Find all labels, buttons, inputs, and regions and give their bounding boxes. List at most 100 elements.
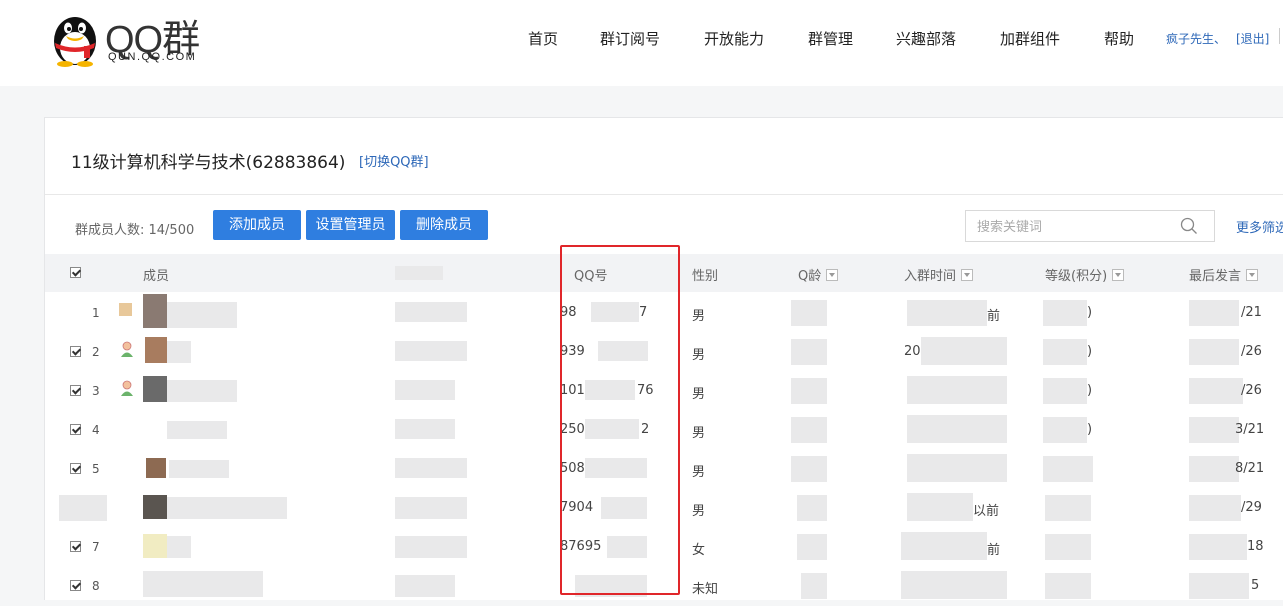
switch-group-link[interactable]: [切换QQ群] [359, 151, 429, 170]
redacted-card [395, 302, 467, 322]
sort-icon[interactable] [1112, 269, 1125, 281]
select-all-checkbox[interactable] [70, 267, 81, 278]
admin-person-icon [121, 380, 133, 396]
redacted-last-speak [1189, 456, 1239, 482]
avatar[interactable] [143, 534, 167, 558]
search-input[interactable] [975, 217, 1174, 237]
nav-open-platform[interactable]: 开放能力 [704, 28, 764, 49]
sort-icon[interactable] [961, 269, 974, 281]
redacted-name [167, 497, 287, 519]
col-last-speak-label: 最后发言 [1189, 269, 1242, 284]
redacted-name [167, 380, 237, 402]
level-suffix: ) [1087, 383, 1093, 398]
nav-group-manage[interactable]: 群管理 [808, 28, 853, 49]
avatar[interactable] [146, 458, 166, 478]
level-suffix: ) [1087, 344, 1093, 359]
redacted-level [1043, 300, 1087, 326]
redacted-last-speak [1189, 378, 1243, 404]
level-suffix: ) [1087, 422, 1093, 437]
redacted-q-age [791, 456, 827, 482]
sort-icon[interactable] [826, 269, 839, 281]
redacted-card [395, 575, 455, 597]
row-index: 5 [92, 462, 100, 476]
gender: 男 [692, 348, 706, 363]
row-index: 3 [92, 384, 100, 398]
row-checkbox[interactable] [70, 346, 81, 357]
last-speak-suffix: /29 [1241, 500, 1262, 515]
redacted-name [167, 341, 191, 363]
redacted-q-age [791, 417, 827, 443]
row-checkbox[interactable] [70, 580, 81, 591]
join-time-suffix: 前 [987, 543, 1001, 558]
top-bar: QQ群 QUN.QQ.COM 首页 群订阅号 开放能力 群管理 兴趣部落 加群组… [0, 0, 1283, 86]
nav-home[interactable]: 首页 [528, 28, 558, 49]
redacted-join-time [907, 415, 1007, 443]
redacted-card [395, 380, 455, 400]
redacted-q-age [797, 534, 827, 560]
member-role-icon [119, 303, 132, 316]
col-join-time-label: 入群时间 [904, 269, 957, 284]
last-speak-suffix: /21 [1241, 305, 1262, 320]
row-checkbox[interactable] [70, 463, 81, 474]
avatar[interactable] [145, 337, 167, 363]
add-member-button[interactable]: 添加成员 [213, 210, 301, 240]
col-q-age[interactable]: Q龄 [798, 265, 839, 284]
gender: 女 [692, 543, 706, 558]
redacted-name [167, 536, 191, 558]
join-time-suffix: 前 [987, 309, 1001, 324]
redacted-join-time [901, 571, 1007, 599]
avatar[interactable] [143, 294, 167, 328]
more-filter-link[interactable]: 更多筛选 [1236, 217, 1283, 236]
last-speak-suffix: /26 [1241, 344, 1262, 359]
nav-join-widget[interactable]: 加群组件 [1000, 28, 1060, 49]
row-checkbox[interactable] [70, 424, 81, 435]
redacted-q-age [801, 573, 827, 599]
delete-member-button[interactable]: 删除成员 [400, 210, 488, 240]
redacted-join-time [921, 337, 1007, 365]
row-index: 4 [92, 423, 100, 437]
user-name-link[interactable]: 疯子先生、 [1166, 30, 1226, 47]
redacted-join-time [907, 454, 1007, 482]
avatar[interactable] [143, 376, 167, 402]
row-checkbox[interactable] [70, 541, 81, 552]
redacted-q-age [791, 339, 827, 365]
nav-divider [1279, 28, 1280, 44]
nav-subscription[interactable]: 群订阅号 [600, 28, 660, 49]
redacted-last-speak [1189, 495, 1241, 521]
col-level[interactable]: 等级(积分) [1045, 265, 1125, 284]
member-count: 群成员人数: 14/500 [75, 223, 195, 238]
redacted-last-speak [1189, 300, 1239, 326]
avatar[interactable] [143, 495, 167, 519]
col-join-time[interactable]: 入群时间 [904, 265, 974, 284]
admin-person-icon [121, 341, 133, 357]
redacted-last-speak [1189, 417, 1239, 443]
redacted-q-age [791, 378, 827, 404]
redacted-q-age [791, 300, 827, 326]
gender: 未知 [692, 582, 719, 597]
col-level-label: 等级(积分) [1045, 269, 1108, 284]
search-icon[interactable] [1180, 217, 1198, 235]
set-admin-button[interactable]: 设置管理员 [306, 210, 395, 240]
join-time-suffix: 以前 [973, 504, 1000, 519]
gender: 男 [692, 387, 706, 402]
redacted-name [169, 460, 229, 478]
sort-icon[interactable] [1246, 269, 1259, 281]
gender: 男 [692, 465, 706, 480]
row-index: 1 [92, 306, 100, 320]
redacted-last-speak [1189, 573, 1249, 599]
last-speak-suffix: /26 [1241, 383, 1262, 398]
gender: 男 [692, 504, 706, 519]
redacted-q-age [797, 495, 827, 521]
redacted-join-time [907, 300, 987, 326]
row-index: 7 [92, 540, 100, 554]
col-last-speak[interactable]: 最后发言 [1189, 265, 1259, 284]
logout-link[interactable]: [退出] [1236, 30, 1269, 47]
redacted-card [395, 458, 467, 478]
col-member: 成员 [143, 269, 170, 284]
nav-help[interactable]: 帮助 [1104, 28, 1134, 49]
redacted-join-time [907, 493, 973, 521]
redacted-card [395, 419, 455, 439]
nav-interest-tribe[interactable]: 兴趣部落 [896, 28, 956, 49]
redacted-level [1043, 417, 1087, 443]
row-checkbox[interactable] [70, 385, 81, 396]
